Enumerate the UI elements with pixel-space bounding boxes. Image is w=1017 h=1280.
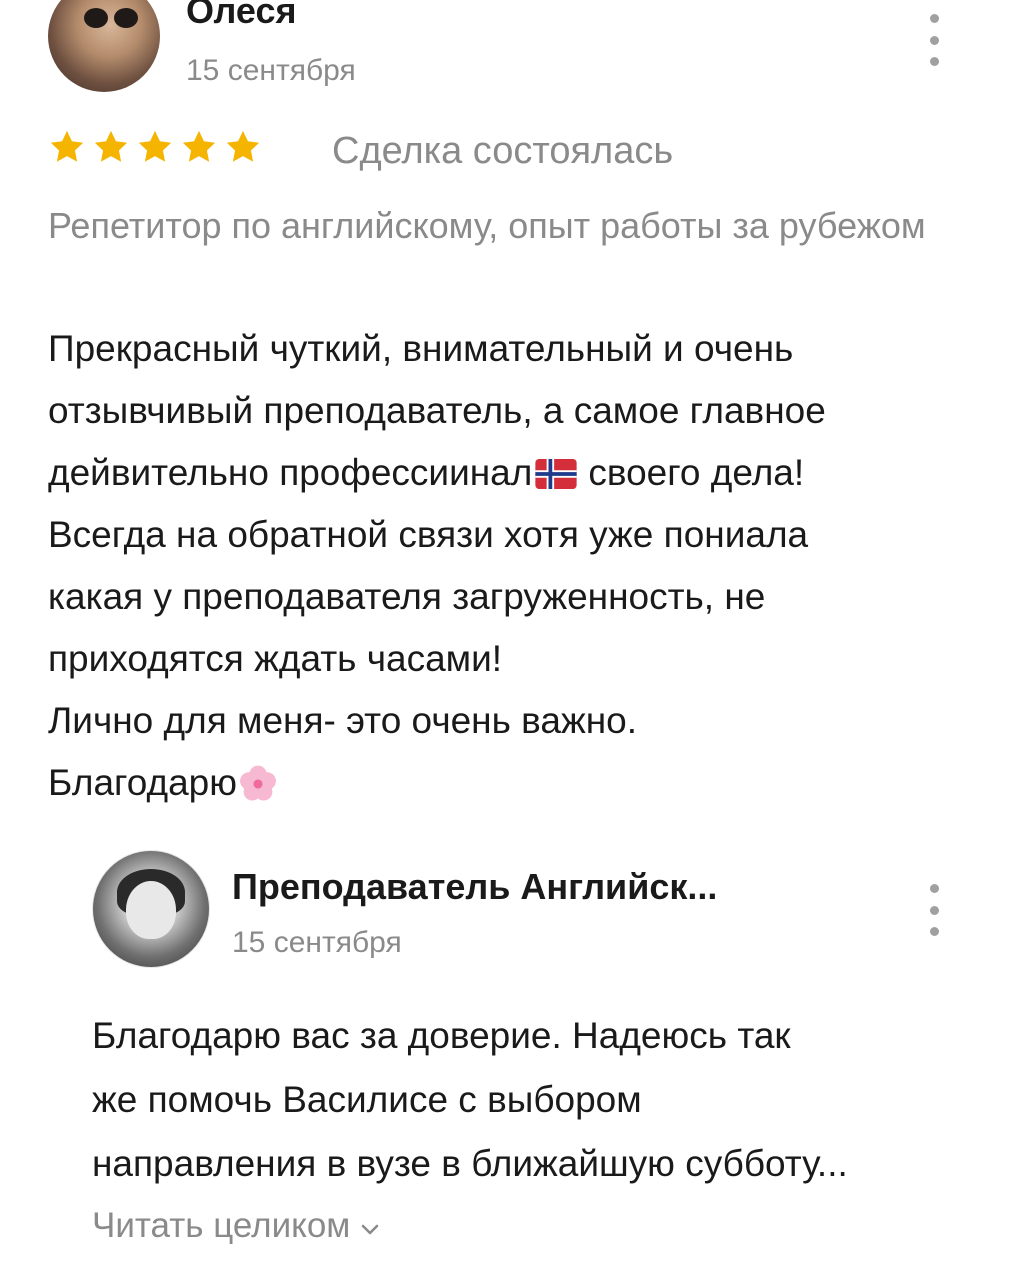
- star-icon: [182, 130, 216, 162]
- avatar-sunglasses: [84, 8, 138, 28]
- deal-status: Сделка состоялась: [332, 130, 674, 172]
- review-card: Олеся 15 сентября Сделка состоялась Репе…: [0, 0, 1017, 820]
- reply-text-line: Благодарю вас за доверие. Надеюсь так: [92, 1015, 791, 1056]
- star-icon: [138, 130, 172, 162]
- chevron-down-icon: [362, 1224, 379, 1235]
- avatar-face: [126, 881, 176, 939]
- star-icon: [50, 130, 84, 162]
- author-avatar[interactable]: [48, 0, 160, 92]
- review-text-line: какая у преподавателя загруженность, не: [48, 576, 766, 617]
- review-date: 15 сентября: [186, 54, 356, 87]
- review-text-line: Благодарю: [48, 752, 1008, 814]
- review-text-line: приходятся ждать часами!: [48, 638, 503, 679]
- reply-text-line: направления в вузе в ближайшую субботу..…: [92, 1143, 848, 1184]
- review-text-line: отзывчивый преподаватель, а самое главно…: [48, 390, 826, 431]
- reply-text-line: же помочь Василисе с выбором: [92, 1079, 642, 1120]
- reply-date: 15 сентября: [232, 926, 402, 959]
- review-text-line: Всегда на обратной связи хотя уже пониал…: [48, 514, 809, 555]
- reply-author-name[interactable]: Преподаватель Английск...: [232, 866, 872, 908]
- read-more-button[interactable]: Читать целиком: [92, 1206, 380, 1246]
- review-text-line: Лично для меня- это очень важно.: [48, 700, 638, 741]
- kebab-menu-icon[interactable]: [924, 14, 944, 66]
- service-title: Репетитор по английскому, опыт работы за…: [48, 205, 926, 246]
- author-name[interactable]: Олеся: [186, 0, 297, 32]
- flag-norway-icon: [535, 459, 577, 489]
- rating-stars: [48, 128, 262, 166]
- cherry-blossom-icon: [240, 765, 276, 801]
- teacher-avatar[interactable]: [92, 850, 210, 968]
- reply-text: Благодарю вас за доверие. Надеюсь так же …: [92, 1004, 997, 1196]
- star-icon: [226, 130, 260, 162]
- read-more-label: Читать целиком: [92, 1206, 351, 1245]
- review-text: Прекрасный чуткий, внимательный и очень о…: [48, 318, 1008, 814]
- kebab-menu-icon[interactable]: [924, 884, 944, 936]
- review-text-line: Прекрасный чуткий, внимательный и очень: [48, 328, 794, 369]
- review-text-line: дейвительно профессиинал своего дела!: [48, 452, 805, 493]
- star-icon: [94, 130, 128, 162]
